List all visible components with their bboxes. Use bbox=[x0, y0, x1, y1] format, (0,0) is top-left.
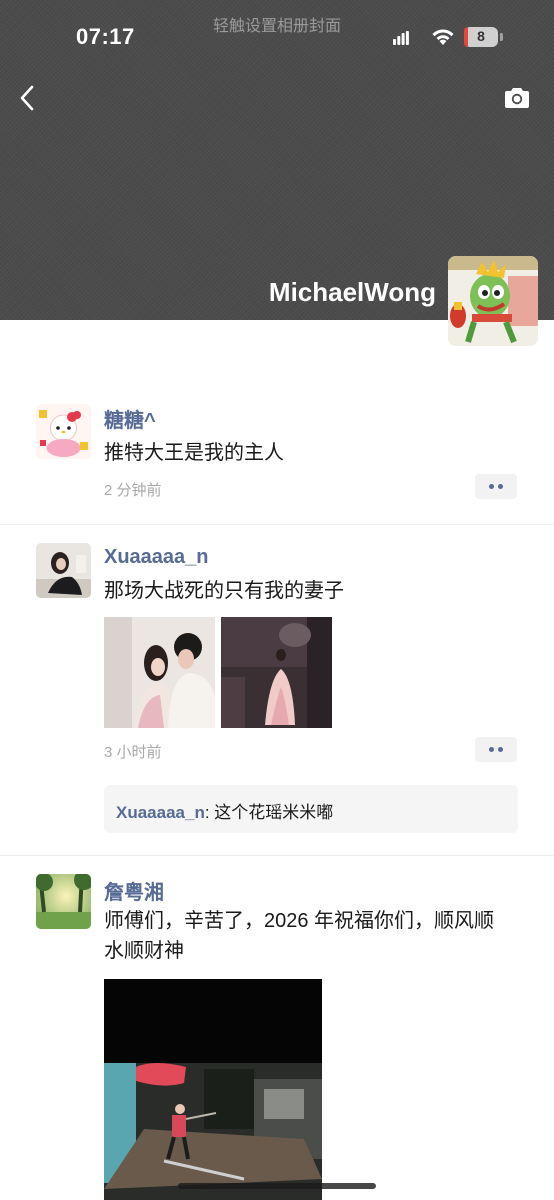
divider bbox=[0, 855, 554, 856]
signal-icon bbox=[393, 31, 409, 45]
home-indicator[interactable] bbox=[178, 1183, 376, 1189]
post-nickname[interactable]: 糖糖^ bbox=[104, 404, 156, 433]
more-actions-button[interactable] bbox=[475, 737, 517, 762]
comment[interactable]: Xuaaaaa_n: 这个花瑶米米嘟 bbox=[116, 798, 333, 823]
post-photo[interactable] bbox=[221, 617, 332, 728]
profile-avatar[interactable] bbox=[448, 256, 538, 346]
post-time: 2 分钟前 bbox=[104, 482, 162, 499]
chevron-left-icon[interactable] bbox=[16, 84, 38, 112]
post-text: 那场大战死的只有我的妻子 bbox=[104, 580, 344, 602]
comment-text: 这个花瑶米米嘟 bbox=[214, 803, 334, 822]
profile-username: MichaelWong bbox=[268, 277, 436, 307]
post-video[interactable] bbox=[104, 979, 322, 1200]
avatar[interactable] bbox=[36, 404, 91, 459]
divider bbox=[0, 524, 554, 525]
post-text: 推特大王是我的主人 bbox=[104, 442, 284, 464]
wifi-icon bbox=[432, 29, 454, 45]
post-time: 3 小时前 bbox=[104, 744, 162, 761]
post-photo[interactable] bbox=[104, 617, 215, 728]
post-nickname[interactable]: 詹粤湘 bbox=[104, 876, 164, 905]
camera-icon[interactable] bbox=[503, 86, 531, 110]
battery-icon: 8 bbox=[464, 27, 498, 47]
comment-author[interactable]: Xuaaaaa_n bbox=[116, 803, 205, 822]
avatar[interactable] bbox=[36, 874, 91, 929]
battery-percentage: 8 bbox=[477, 28, 485, 44]
status-time: 07:17 bbox=[76, 24, 135, 49]
post-nickname[interactable]: Xuaaaaa_n bbox=[104, 546, 209, 569]
post-text: 师傅们，辛苦了，2026 年祝福你们，顺风顺水顺财神 bbox=[104, 910, 495, 962]
avatar[interactable] bbox=[36, 543, 91, 598]
battery-tip bbox=[500, 33, 503, 41]
comment-section: Xuaaaaa_n: 这个花瑶米米嘟 bbox=[104, 785, 518, 833]
more-actions-button[interactable] bbox=[475, 474, 517, 499]
comment-separator: : bbox=[204, 803, 215, 822]
